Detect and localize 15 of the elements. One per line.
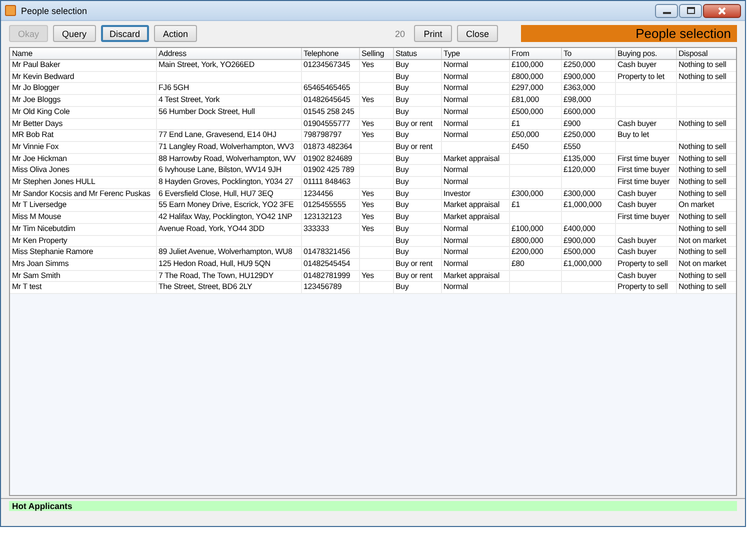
- toolbar-button[interactable]: Close: [456, 25, 498, 42]
- close-button[interactable]: [703, 4, 741, 18]
- app-icon: [5, 5, 16, 16]
- toolbar-button[interactable]: Query: [53, 25, 96, 42]
- maximize-icon: [686, 7, 694, 14]
- toolbar-button[interactable]: Print: [414, 25, 452, 42]
- maximize-button[interactable]: [679, 4, 702, 18]
- close-icon: [718, 6, 726, 14]
- window-title: People selection: [21, 6, 88, 16]
- minimize-button[interactable]: [655, 4, 678, 18]
- header-banner: People selection: [521, 25, 737, 42]
- status-label: Hot Applicants: [9, 501, 737, 511]
- toolbar-button[interactable]: Discard: [100, 25, 150, 42]
- toolbar-button[interactable]: Action: [154, 25, 198, 42]
- record-count: 20: [394, 28, 406, 38]
